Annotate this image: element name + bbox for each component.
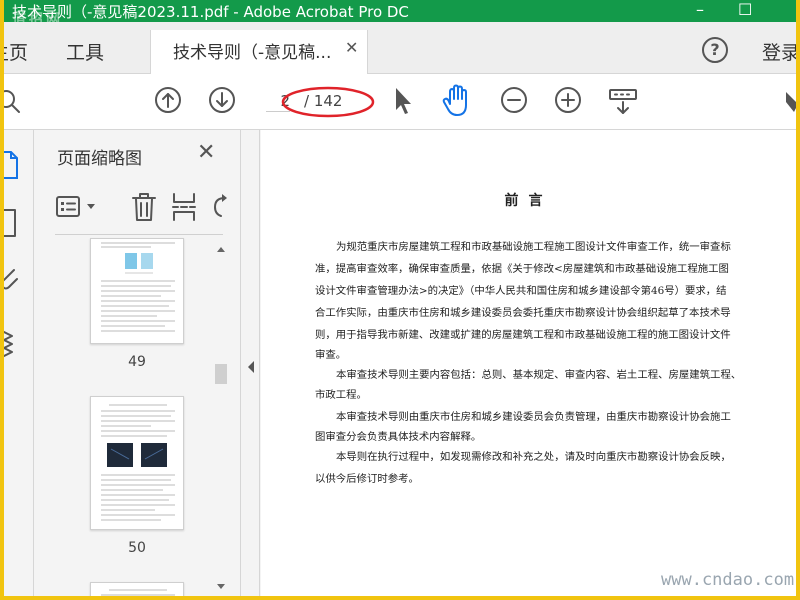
main-toolbar: 2 / 142 xyxy=(4,74,796,130)
thumbnail-page-51-content xyxy=(101,589,175,596)
red-highlight-ellipse xyxy=(281,86,375,118)
page-thumbnails-panel: 页面缩略图 ✕ 49 50 xyxy=(35,130,241,596)
panel-collapse-bar[interactable] xyxy=(242,130,260,596)
rotate-page-icon[interactable] xyxy=(211,192,229,222)
document-line: 以供今后修订时参考。 xyxy=(315,473,419,485)
tab-tools[interactable]: 工具 xyxy=(66,38,104,65)
tab-document[interactable]: 技术导则（-意见稿... ✕ xyxy=(150,30,368,74)
collapse-arrow-icon[interactable] xyxy=(246,360,256,374)
title-bar: 技术导则（-意见稿2023.11.pdf - Adobe Acrobat Pro… xyxy=(4,0,796,28)
help-button[interactable]: ? xyxy=(702,37,728,63)
document-line: 本审查技术导则主要内容包括：总则、基本规定、审查内容、岩土工程、房屋建筑工程、 xyxy=(336,369,742,381)
bookmarks-icon[interactable] xyxy=(4,208,20,238)
maximize-button[interactable]: ☐ xyxy=(738,0,752,19)
scrollbar-thumb xyxy=(215,364,227,384)
document-line: 本审查技术导则由重庆市住房和城乡建设委员会负责管理，由重庆市勘察设计协会施工 xyxy=(336,411,731,423)
document-line: 准，提高审查效率，确保审查质量，依据《关于修改<房屋建筑和市政基础设施工程施工图 xyxy=(315,263,729,275)
hand-tool-icon[interactable] xyxy=(442,84,474,118)
thumbnail-page-49-number: 49 xyxy=(128,354,146,370)
thumbnail-scrollbar[interactable] xyxy=(214,242,228,596)
document-view[interactable]: 前言 为规范重庆市房屋建筑工程和市政基础设施工程施工图设计文件审查工作，统一审查… xyxy=(261,130,796,596)
search-icon[interactable] xyxy=(4,88,24,116)
left-navigation-strip xyxy=(4,130,34,596)
document-line: 合工作实际，由重庆市住房和城乡建设委员会委托重庆市勘察设计协会组织起草了本技术导 xyxy=(315,307,731,319)
page-thumbnails-icon[interactable] xyxy=(4,150,20,180)
site-watermark: www.cndao.com xyxy=(661,570,795,590)
minimize-button[interactable]: – xyxy=(696,0,704,19)
page-display-icon[interactable] xyxy=(608,88,638,116)
select-cursor-icon[interactable] xyxy=(392,86,414,116)
thumbnail-page-49[interactable] xyxy=(90,238,184,344)
login-button[interactable]: 登录 xyxy=(762,38,796,65)
layers-icon[interactable] xyxy=(4,326,20,360)
zoom-out-icon[interactable] xyxy=(500,86,528,114)
zoom-in-icon[interactable] xyxy=(554,86,582,114)
document-heading: 前言 xyxy=(504,193,553,209)
attachments-icon[interactable] xyxy=(4,264,20,294)
document-line: 本导则在执行过程中，如发现需修改和补充之处，请及时向重庆市勘察设计协会反映， xyxy=(336,451,731,463)
panel-close-icon[interactable]: ✕ xyxy=(197,140,215,165)
comment-tool-icon[interactable] xyxy=(784,88,796,116)
document-line: 为规范重庆市房屋建筑工程和市政基础设施工程施工图设计文件审查工作，统一审查标 xyxy=(336,241,731,253)
insert-page-icon[interactable] xyxy=(171,192,197,222)
next-page-icon[interactable] xyxy=(208,86,236,114)
document-line: 设计文件审查管理办法>的决定》（中华人民共和国住房和城乡建设部令第46号）要求，… xyxy=(315,285,727,297)
thumbnail-options-icon[interactable] xyxy=(55,194,103,220)
document-line: 图审查分会负责具体技术内容解释。 xyxy=(315,431,482,443)
tab-bar: 主页 工具 技术导则（-意见稿... ✕ ? 登录 xyxy=(4,22,796,74)
panel-toolbar-divider xyxy=(55,234,223,235)
window-title: 技术导则（-意见稿2023.11.pdf - Adobe Acrobat Pro… xyxy=(12,3,409,21)
panel-title: 页面缩略图 xyxy=(57,149,142,169)
tab-home[interactable]: 主页 xyxy=(4,38,28,65)
previous-page-icon[interactable] xyxy=(154,86,182,114)
thumbnail-page-50-number: 50 xyxy=(128,540,146,556)
document-line: 市政工程。 xyxy=(315,389,367,401)
delete-page-icon[interactable] xyxy=(131,192,157,222)
thumbnail-page-49-content xyxy=(101,242,175,332)
acrobat-window: 技术导则（-意见稿2023.11.pdf - Adobe Acrobat Pro… xyxy=(4,0,796,596)
tab-close-icon[interactable]: ✕ xyxy=(345,38,358,57)
tab-document-label: 技术导则（-意见稿... xyxy=(173,43,332,63)
thumbnail-page-50-content xyxy=(101,404,175,521)
document-line: 审查。 xyxy=(315,349,347,361)
thumbnail-page-51[interactable] xyxy=(90,582,184,596)
thumbnail-page-50[interactable] xyxy=(90,396,184,530)
document-line: 则，用于指导我市新建、改建或扩建的房屋建筑工程和市政基础设施工程的施工图设计文件 xyxy=(315,329,731,341)
